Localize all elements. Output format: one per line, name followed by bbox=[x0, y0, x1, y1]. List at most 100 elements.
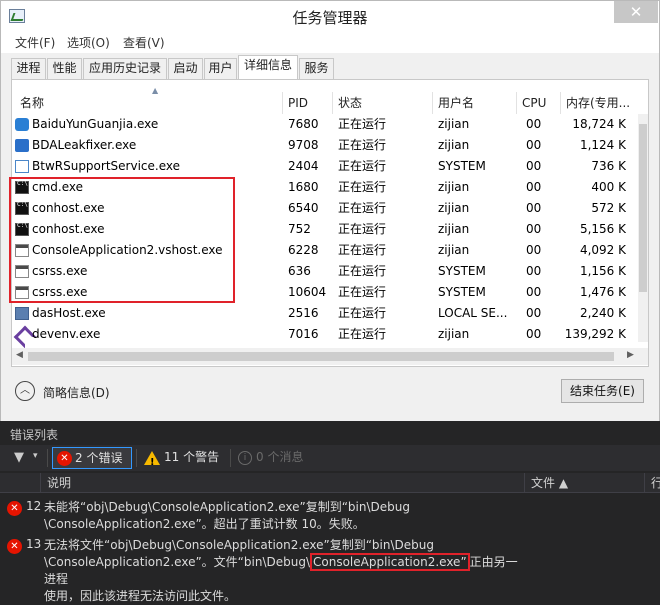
error-list-panel: 错误列表 ▼ ▾ ✕ 2 个错误 ! 11 个警告 i0 个消息 说明 文件 ▲ 行… bbox=[0, 421, 660, 605]
scroll-right-icon[interactable]: ▶ bbox=[627, 350, 634, 360]
tab-startup[interactable]: 启动 bbox=[168, 58, 203, 79]
process-memory: 1,156 K bbox=[579, 264, 626, 278]
bda-icon bbox=[15, 139, 29, 152]
process-memory: 1,124 K bbox=[579, 138, 626, 152]
process-user: zijian bbox=[438, 243, 470, 257]
error-row[interactable]: ✕ 12 未能将“obj\Debug\ConsoleApplication2.e… bbox=[0, 499, 660, 535]
column-pid[interactable]: PID bbox=[283, 92, 333, 114]
column-header-row: 名称 PID 状态 用户名 CPU 内存(专用... bbox=[12, 92, 648, 114]
end-task-button[interactable]: 结束任务(E) bbox=[561, 379, 644, 403]
table-row[interactable]: BaiduYunGuanjia.exe 7680 正在运行 zijian 00 18,72… bbox=[12, 114, 638, 135]
menu-bar: 文件(F) 选项(O) 查看(V) bbox=[1, 31, 659, 53]
process-status: 正在运行 bbox=[338, 138, 387, 152]
chevron-up-icon[interactable]: ︿ bbox=[15, 381, 35, 401]
scroll-left-icon[interactable]: ◀ bbox=[16, 350, 23, 360]
error-row[interactable]: ✕ 13 无法将文件“obj\Debug\ConsoleApplication2… bbox=[0, 537, 660, 603]
process-cpu: 00 bbox=[526, 201, 542, 215]
highlighted-filename: ConsoleApplication2.exe” bbox=[310, 553, 470, 571]
error-icon: ✕ bbox=[57, 451, 72, 466]
column-line[interactable]: 行 bbox=[644, 473, 660, 493]
baidu-icon bbox=[15, 118, 29, 131]
process-pid: 9708 bbox=[288, 138, 319, 152]
vertical-scrollbar[interactable] bbox=[638, 114, 648, 342]
process-memory: 1,476 K bbox=[579, 285, 626, 299]
process-user: SYSTEM bbox=[438, 264, 486, 278]
process-user: zijian bbox=[438, 327, 470, 341]
error-list-header: 说明 文件 ▲ 行 bbox=[0, 473, 660, 493]
process-status: 正在运行 bbox=[338, 222, 387, 236]
tab-performance[interactable]: 性能 bbox=[47, 58, 82, 79]
column-status[interactable]: 状态 bbox=[333, 92, 433, 114]
filter-icon[interactable]: ▼ bbox=[14, 450, 24, 465]
horizontal-scrollbar[interactable]: ◀ ▶ bbox=[12, 348, 648, 365]
process-name: BaiduYunGuanjia.exe bbox=[32, 117, 159, 131]
process-cpu: 00 bbox=[526, 138, 542, 152]
process-memory: 400 K bbox=[591, 180, 626, 194]
error-number: 13 bbox=[26, 537, 42, 551]
toolbar-separator bbox=[230, 449, 231, 467]
error-description: 无法将文件“obj\Debug\ConsoleApplication2.exe”… bbox=[44, 537, 524, 605]
fewer-details-link[interactable]: 简略信息(D) bbox=[43, 384, 110, 401]
task-manager-window: 任务管理器 ✕ 文件(F) 选项(O) 查看(V) 进程 性能 应用历史记录 启… bbox=[0, 0, 660, 421]
menu-options[interactable]: 选项(O) bbox=[67, 34, 110, 51]
info-icon: i bbox=[238, 450, 252, 465]
process-cpu: 00 bbox=[526, 222, 542, 236]
process-user: LOCAL SE... bbox=[438, 306, 508, 320]
dashost-icon bbox=[15, 307, 29, 320]
process-pid: 6228 bbox=[288, 243, 319, 257]
column-name[interactable]: 名称 bbox=[12, 92, 283, 114]
menu-view[interactable]: 查看(V) bbox=[123, 34, 165, 51]
process-cpu: 00 bbox=[526, 264, 542, 278]
column-memory[interactable]: 内存(专用... bbox=[561, 92, 648, 114]
warnings-filter-button[interactable]: ! 11 个警告 bbox=[140, 447, 226, 469]
table-row[interactable]: BDALeakfixer.exe 9708 正在运行 zijian 00 1,124 K bbox=[12, 135, 638, 156]
errors-filter-button[interactable]: ✕ 2 个错误 bbox=[52, 447, 132, 469]
process-name: BDALeakfixer.exe bbox=[32, 138, 137, 152]
column-username[interactable]: 用户名 bbox=[433, 92, 517, 114]
process-pid: 7016 bbox=[288, 327, 319, 341]
toolbar-separator bbox=[47, 449, 48, 467]
process-memory: 572 K bbox=[591, 201, 626, 215]
messages-filter-button[interactable]: i 0 个消息 bbox=[234, 447, 314, 469]
process-status: 正在运行 bbox=[338, 243, 387, 257]
chevron-down-icon[interactable]: ▾ bbox=[33, 451, 38, 461]
table-row[interactable]: dasHost.exe 2516 正在运行 LOCAL SE... 00 2,240 K bbox=[12, 303, 638, 324]
menu-file[interactable]: 文件(F) bbox=[15, 34, 55, 51]
process-name: dasHost.exe bbox=[32, 306, 106, 320]
panel-title: 错误列表 bbox=[10, 428, 59, 442]
error-icon: ✕ bbox=[7, 501, 22, 516]
process-user: zijian bbox=[438, 180, 470, 194]
process-pid: 7680 bbox=[288, 117, 319, 131]
process-user: zijian bbox=[438, 222, 470, 236]
error-description: 未能将“obj\Debug\ConsoleApplication2.exe”复制… bbox=[44, 500, 410, 531]
column-file[interactable]: 文件 ▲ bbox=[524, 473, 644, 493]
tab-users[interactable]: 用户 bbox=[204, 58, 237, 79]
process-name: devenv.exe bbox=[32, 327, 101, 341]
table-row[interactable]: BtwRSupportService.exe 2404 正在运行 SYSTEM 00 73… bbox=[12, 156, 638, 177]
window-title: 任务管理器 bbox=[292, 9, 368, 27]
close-button[interactable]: ✕ bbox=[614, 1, 658, 23]
errors-count: 2 个错误 bbox=[75, 451, 123, 465]
tab-processes[interactable]: 进程 bbox=[11, 58, 46, 79]
process-memory: 139,292 K bbox=[564, 327, 626, 341]
column-cpu[interactable]: CPU bbox=[517, 92, 561, 114]
horizontal-scroll-thumb[interactable] bbox=[28, 352, 614, 361]
table-row[interactable]: devenv.exe 7016 正在运行 zijian 00 139,292 K bbox=[12, 324, 638, 345]
process-pid: 2404 bbox=[288, 159, 319, 173]
tab-details[interactable]: 详细信息 bbox=[238, 55, 298, 80]
process-pid: 636 bbox=[288, 264, 311, 278]
process-status: 正在运行 bbox=[338, 327, 387, 341]
process-user: zijian bbox=[438, 201, 470, 215]
tab-services[interactable]: 服务 bbox=[299, 58, 334, 79]
close-icon: ✕ bbox=[629, 3, 643, 21]
tab-app-history[interactable]: 应用历史记录 bbox=[83, 58, 167, 79]
vertical-scroll-thumb[interactable] bbox=[639, 124, 647, 292]
error-list-toolbar: ▼ ▾ ✕ 2 个错误 ! 11 个警告 i 0 个消息 bbox=[0, 445, 660, 471]
error-number: 12 bbox=[26, 499, 42, 513]
process-user: SYSTEM bbox=[438, 285, 486, 299]
column-description[interactable]: 说明 bbox=[40, 473, 524, 493]
process-cpu: 00 bbox=[526, 180, 542, 194]
process-cpu: 00 bbox=[526, 327, 542, 341]
process-status: 正在运行 bbox=[338, 180, 387, 194]
process-memory: 736 K bbox=[591, 159, 626, 173]
